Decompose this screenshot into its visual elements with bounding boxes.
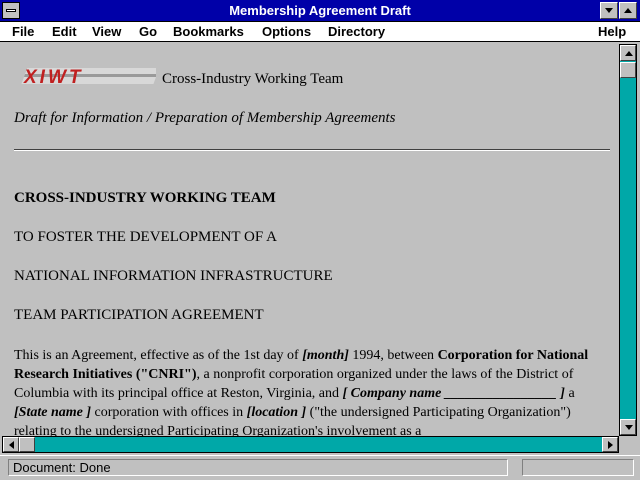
- window-title: Membership Agreement Draft: [229, 3, 411, 18]
- para-text-1: This is an Agreement, effective as of th…: [14, 348, 303, 363]
- para-text-4: a: [564, 386, 575, 401]
- status-text: Document: Done: [8, 459, 508, 476]
- menu-file[interactable]: File: [12, 24, 34, 39]
- vertical-scrollbar[interactable]: [619, 44, 637, 436]
- menu-help[interactable]: Help: [598, 24, 626, 39]
- menu-bookmarks[interactable]: Bookmarks: [173, 24, 244, 39]
- xiwt-logo-text: XIWT: [23, 67, 84, 86]
- menu-edit[interactable]: Edit: [52, 24, 77, 39]
- draft-note: Draft for Information / Preparation of M…: [14, 110, 396, 126]
- agreement-paragraph: This is an Agreement, effective as of th…: [14, 346, 610, 436]
- state-field: [State name ]: [14, 405, 91, 420]
- scroll-right-button[interactable]: [602, 437, 618, 452]
- heading-1: CROSS-INDUSTRY WORKING TEAM: [14, 190, 276, 206]
- title-bar: Membership Agreement Draft: [0, 0, 640, 22]
- org-name: Cross-Industry Working Team: [162, 71, 344, 87]
- horizontal-scrollbar[interactable]: [2, 436, 619, 453]
- scroll-down-button[interactable]: [620, 419, 636, 435]
- xiwt-logo: XIWT: [21, 67, 156, 86]
- progress-indicator: [522, 459, 634, 476]
- minimize-icon: [605, 8, 613, 13]
- minimize-button[interactable]: [600, 2, 618, 19]
- menu-directory[interactable]: Directory: [328, 24, 385, 39]
- month-field: [month]: [302, 348, 349, 363]
- menu-go[interactable]: Go: [139, 24, 157, 39]
- company-field: [ Company name ________________ ]: [342, 386, 565, 401]
- arrow-left-icon: [9, 441, 14, 449]
- maximize-icon: [624, 8, 632, 13]
- menu-view[interactable]: View: [92, 24, 121, 39]
- location-field: [location ]: [246, 405, 307, 420]
- status-bar: Document: Done: [0, 455, 640, 480]
- maximize-button[interactable]: [619, 2, 637, 19]
- menu-options[interactable]: Options: [262, 24, 311, 39]
- scroll-up-button[interactable]: [620, 45, 636, 61]
- vertical-scroll-thumb[interactable]: [620, 62, 636, 78]
- arrow-up-icon: [625, 51, 633, 56]
- para-text-2: 1994, between: [348, 348, 438, 363]
- scroll-left-button[interactable]: [3, 437, 19, 452]
- menu-bar: File Edit View Go Bookmarks Options Dire…: [0, 22, 640, 42]
- arrow-right-icon: [608, 441, 613, 449]
- para-text-5: corporation with offices in: [91, 405, 247, 420]
- heading-3: NATIONAL INFORMATION INFRASTRUCTURE: [14, 268, 333, 284]
- divider: [14, 149, 610, 151]
- horizontal-scroll-thumb[interactable]: [19, 437, 35, 452]
- arrow-down-icon: [625, 425, 633, 430]
- document-view[interactable]: XIWT Cross-Industry Working Team Draft f…: [2, 44, 618, 436]
- scrollbar-corner: [619, 436, 637, 453]
- heading-2: TO FOSTER THE DEVELOPMENT OF A: [14, 229, 277, 245]
- heading-4: TEAM PARTICIPATION AGREEMENT: [14, 307, 264, 323]
